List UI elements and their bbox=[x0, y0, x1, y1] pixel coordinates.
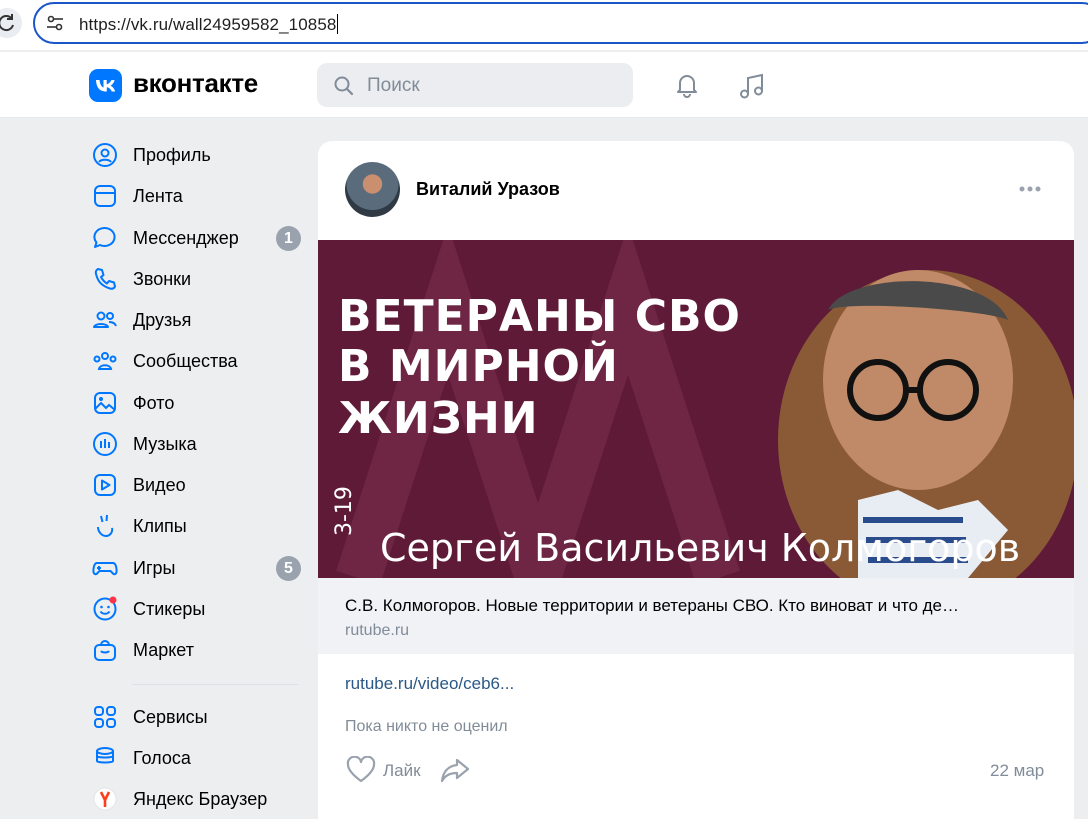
sidebar-item-video[interactable]: Видео bbox=[92, 468, 304, 502]
sidebar-item-messenger[interactable]: Мессенджер 1 bbox=[92, 221, 304, 255]
messenger-icon bbox=[93, 227, 116, 248]
music-player-icon[interactable] bbox=[736, 70, 768, 102]
sidebar-item-label: Профиль bbox=[133, 145, 211, 165]
banner-title-line-2: В МИРНОЙ bbox=[338, 341, 619, 392]
video-preview-banner[interactable]: ВЕТЕРАНЫ СВО В МИРНОЙ ЖИЗНИ 3-19 Сергей … bbox=[318, 240, 1074, 578]
text-caret bbox=[337, 14, 339, 34]
sidebar-item-clips[interactable]: Клипы bbox=[92, 509, 304, 543]
sidebar-item-market[interactable]: Маркет bbox=[92, 633, 304, 667]
music-icon bbox=[93, 432, 117, 456]
feed-icon bbox=[94, 185, 116, 207]
banner-subtitle: Сергей Васильевич Колмогоров bbox=[380, 526, 1021, 570]
site-logo-text[interactable]: вконтакте bbox=[133, 68, 258, 99]
sidebar-item-label: Маркет bbox=[133, 640, 194, 660]
stickers-icon bbox=[93, 596, 117, 621]
search-placeholder: Поиск bbox=[367, 75, 420, 96]
phone-icon bbox=[94, 268, 116, 290]
video-icon bbox=[94, 474, 116, 496]
friends-icon bbox=[93, 311, 117, 328]
post-card: Виталий Уразов ВЕТЕРАНЫ СВО В МИРНОЙ ЖИЗ… bbox=[318, 141, 1074, 819]
reload-icon bbox=[0, 14, 14, 32]
sidebar-item-label: Лента bbox=[133, 186, 183, 206]
author-avatar[interactable] bbox=[345, 162, 400, 217]
left-sidebar: Профиль Лента Мессенджер 1 Звонки Друзья… bbox=[72, 118, 312, 819]
sidebar-item-label: Сервисы bbox=[133, 707, 208, 727]
sidebar-item-label: Клипы bbox=[133, 516, 187, 536]
sidebar-item-communities[interactable]: Сообщества bbox=[92, 344, 304, 378]
search-input[interactable]: Поиск bbox=[317, 63, 633, 107]
sidebar-item-label: Голоса bbox=[133, 748, 191, 768]
votes-icon bbox=[96, 747, 114, 764]
sidebar-item-services[interactable]: Сервисы bbox=[92, 700, 304, 734]
banner-title-line-3: ЖИЗНИ bbox=[338, 393, 539, 444]
sidebar-item-label: Фото bbox=[133, 393, 175, 413]
unread-badge: 1 bbox=[276, 226, 301, 251]
likes-summary: Пока никто не оценил bbox=[345, 718, 508, 735]
post-date[interactable]: 22 мар bbox=[990, 761, 1044, 781]
sidebar-item-music[interactable]: Музыка bbox=[92, 427, 304, 461]
sidebar-item-label: Звонки bbox=[133, 269, 192, 289]
search-icon bbox=[334, 76, 354, 96]
browser-toolbar: https://vk.ru/wall24959582_10858 bbox=[0, 0, 1088, 50]
sidebar-divider bbox=[132, 684, 298, 685]
sidebar-item-stickers[interactable]: Стикеры bbox=[92, 592, 304, 626]
sidebar-item-photo[interactable]: Фото bbox=[92, 386, 304, 420]
sidebar-item-friends[interactable]: Друзья bbox=[92, 303, 304, 337]
link-title[interactable]: С.В. Колмогоров. Новые территории и вете… bbox=[345, 596, 1045, 616]
like-heart-icon[interactable] bbox=[346, 756, 376, 784]
address-bar[interactable]: https://vk.ru/wall24959582_10858 bbox=[33, 2, 1088, 44]
site-settings-icon[interactable] bbox=[45, 13, 65, 33]
banner-title-line-1: ВЕТЕРАНЫ СВО bbox=[338, 291, 741, 342]
url-text[interactable]: https://vk.ru/wall24959582_10858 bbox=[79, 14, 339, 35]
market-icon bbox=[94, 640, 116, 661]
sidebar-item-label: Игры bbox=[133, 558, 176, 578]
link-domain: rutube.ru bbox=[345, 622, 410, 639]
site-header: вконтакте Поиск bbox=[0, 52, 1088, 118]
like-button[interactable]: Лайк bbox=[383, 761, 421, 781]
sidebar-item-label: Музыка bbox=[133, 434, 197, 454]
communities-icon bbox=[93, 352, 117, 370]
sidebar-item-feed[interactable]: Лента bbox=[92, 179, 304, 213]
games-badge: 5 bbox=[276, 556, 301, 581]
sidebar-item-games[interactable]: Игры 5 bbox=[92, 551, 304, 585]
share-icon[interactable] bbox=[440, 756, 470, 784]
clips-icon bbox=[97, 514, 114, 538]
sidebar-item-votes[interactable]: Голоса bbox=[92, 741, 304, 775]
notifications-bell-icon[interactable] bbox=[672, 70, 702, 100]
sidebar-item-calls[interactable]: Звонки bbox=[92, 262, 304, 296]
photo-icon bbox=[94, 392, 116, 414]
games-icon bbox=[92, 562, 118, 576]
sidebar-item-label: Друзья bbox=[133, 310, 192, 330]
sidebar-item-yandex-browser[interactable]: Яндекс Браузер bbox=[92, 782, 304, 816]
profile-icon bbox=[93, 143, 117, 167]
sidebar-item-label: Видео bbox=[133, 475, 186, 495]
sidebar-item-profile[interactable]: Профиль bbox=[92, 138, 304, 172]
sidebar-item-label: Сообщества bbox=[133, 351, 238, 371]
banner-episode-number: 3-19 bbox=[332, 486, 357, 536]
post-author-name[interactable]: Виталий Уразов bbox=[416, 179, 560, 200]
sidebar-item-label: Мессенджер bbox=[133, 228, 239, 248]
services-icon bbox=[94, 706, 116, 728]
link-snippet[interactable]: С.В. Колмогоров. Новые территории и вете… bbox=[318, 578, 1074, 654]
reload-button[interactable] bbox=[0, 8, 22, 38]
sidebar-item-label: Яндекс Браузер bbox=[133, 789, 268, 809]
yandex-icon bbox=[93, 787, 117, 811]
post-url-link[interactable]: rutube.ru/video/ceb6... bbox=[345, 674, 514, 694]
sidebar-item-label: Стикеры bbox=[133, 599, 206, 619]
vk-logo-icon[interactable] bbox=[89, 69, 122, 102]
more-options-icon[interactable] bbox=[1018, 185, 1042, 193]
